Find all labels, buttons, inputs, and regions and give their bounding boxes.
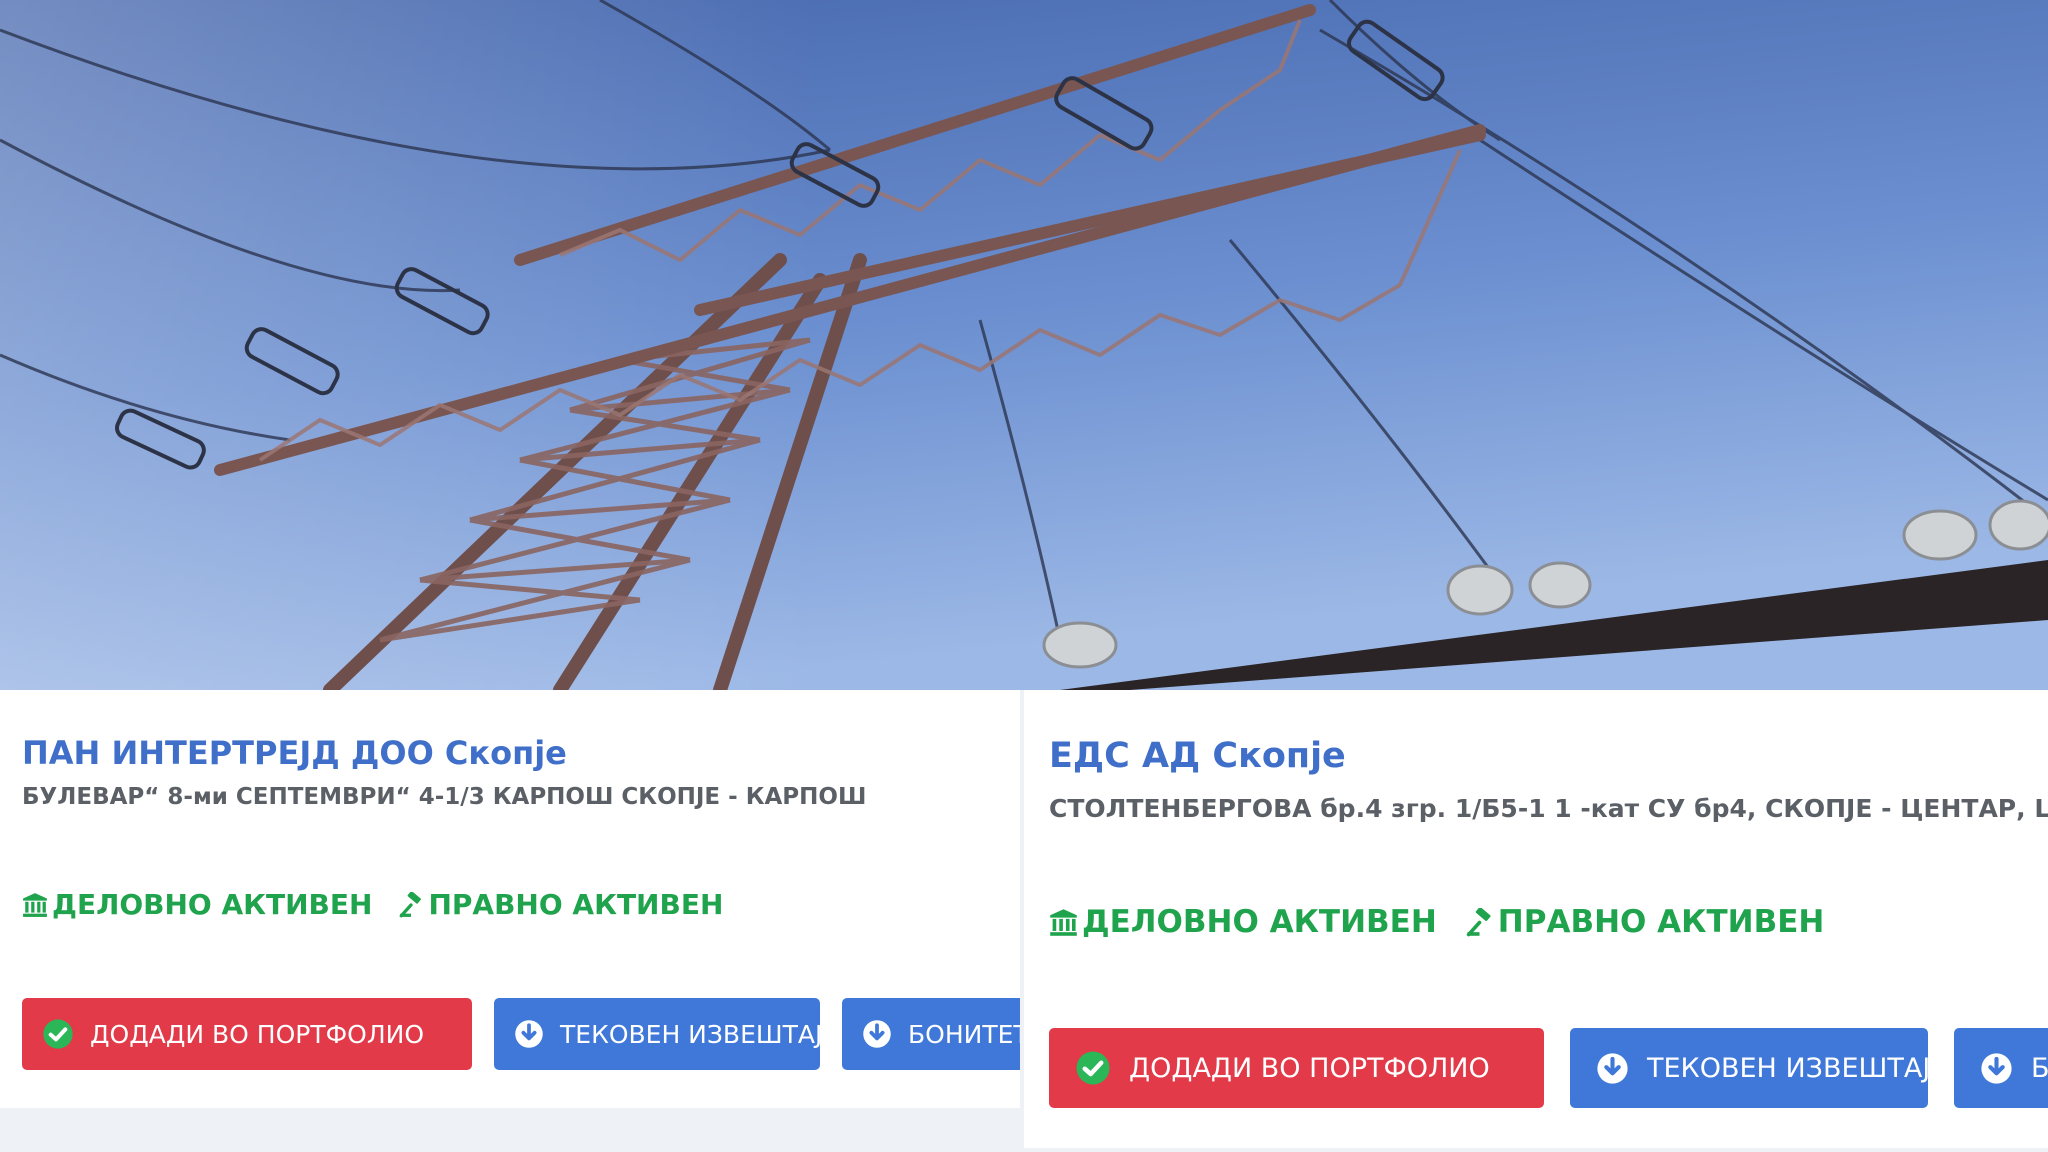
gavel-icon bbox=[400, 891, 422, 917]
business-status-label: ДЕЛОВНО АКТИВЕН bbox=[52, 888, 373, 921]
legal-status-label: ПРАВНО АКТИВЕН bbox=[428, 888, 724, 921]
credit-rating-label: БОНИТЕТ bbox=[2031, 1052, 2048, 1084]
status-row: ДЕЛОВНО АКТИВЕН ПРАВНО АКТИВЕН bbox=[1049, 904, 1824, 940]
company-card-right: ЕДС АД Скопје СТОЛТЕНБЕРГОВА бр.4 згр. 1… bbox=[1024, 690, 2048, 1148]
bank-icon bbox=[1050, 908, 1077, 936]
bank-icon bbox=[23, 892, 47, 917]
company-address: БУЛЕВАР“ 8-ми СЕПТЕМВРИ“ 4-1/3 КАРПОШ СК… bbox=[22, 784, 867, 810]
panel-divider bbox=[1020, 690, 1024, 1152]
card-footer-strip bbox=[1024, 1148, 2048, 1152]
download-circle-icon bbox=[1596, 1052, 1629, 1085]
legal-status: ПРАВНО АКТИВЕН bbox=[398, 888, 723, 921]
business-status: ДЕЛОВНО АКТИВЕН bbox=[22, 888, 372, 921]
current-report-button[interactable]: ТЕКОВЕН ИЗВЕШТАЈ bbox=[494, 998, 823, 1070]
check-circle-icon bbox=[1075, 1050, 1111, 1086]
legal-status: ПРАВНО АКТИВЕН bbox=[1465, 904, 1825, 940]
company-name[interactable]: ПАН ИНТЕРТРЕЈД ДОО Скопје bbox=[22, 734, 567, 772]
credit-rating-button[interactable]: БОНИТЕТ bbox=[842, 998, 1024, 1070]
company-card-left: ПАН ИНТЕРТРЕЈД ДОО Скопје БУЛЕВАР“ 8-ми … bbox=[0, 690, 1024, 1108]
gavel-icon bbox=[1466, 907, 1491, 936]
business-status: ДЕЛОВНО АКТИВЕН bbox=[1049, 904, 1437, 940]
download-circle-icon bbox=[862, 1019, 892, 1049]
transmission-tower-photo bbox=[0, 0, 2048, 690]
download-circle-icon bbox=[514, 1019, 544, 1049]
action-buttons: ДОДАДИ ВО ПОРТФОЛИО ТЕКОВЕН ИЗВЕШТАЈ БОН… bbox=[22, 998, 1024, 1070]
action-buttons: ДОДАДИ ВО ПОРТФОЛИО ТЕКОВЕН ИЗВЕШТАЈ БОН… bbox=[1049, 1028, 2048, 1108]
current-report-button[interactable]: ТЕКОВЕН ИЗВЕШТАЈ bbox=[1570, 1028, 1931, 1108]
download-circle-icon bbox=[1980, 1052, 2013, 1085]
add-to-portfolio-button[interactable]: ДОДАДИ ВО ПОРТФОЛИО bbox=[1049, 1028, 1544, 1108]
current-report-label: ТЕКОВЕН ИЗВЕШТАЈ bbox=[560, 1019, 823, 1049]
current-report-label: ТЕКОВЕН ИЗВЕШТАЈ bbox=[1647, 1052, 1931, 1084]
hero-photo bbox=[0, 0, 2048, 690]
business-status-label: ДЕЛОВНО АКТИВЕН bbox=[1082, 904, 1437, 940]
company-name[interactable]: ЕДС АД Скопје bbox=[1049, 736, 1346, 776]
credit-rating-label: БОНИТЕТ bbox=[908, 1019, 1024, 1049]
legal-status-label: ПРАВНО АКТИВЕН bbox=[1497, 904, 1825, 940]
add-to-portfolio-label: ДОДАДИ ВО ПОРТФОЛИО bbox=[1129, 1052, 1490, 1084]
status-row: ДЕЛОВНО АКТИВЕН ПРАВНО АКТИВЕН bbox=[22, 888, 723, 921]
credit-rating-button[interactable]: БОНИТЕТ bbox=[1954, 1028, 2048, 1108]
card-footer-strip bbox=[0, 1108, 1024, 1152]
company-address: СТОЛТЕНБЕРГОВА бр.4 згр. 1/Б5-1 1 -кат С… bbox=[1049, 794, 2048, 823]
add-to-portfolio-button[interactable]: ДОДАДИ ВО ПОРТФОЛИО bbox=[22, 998, 472, 1070]
check-circle-icon bbox=[42, 1018, 74, 1050]
add-to-portfolio-label: ДОДАДИ ВО ПОРТФОЛИО bbox=[90, 1019, 424, 1049]
